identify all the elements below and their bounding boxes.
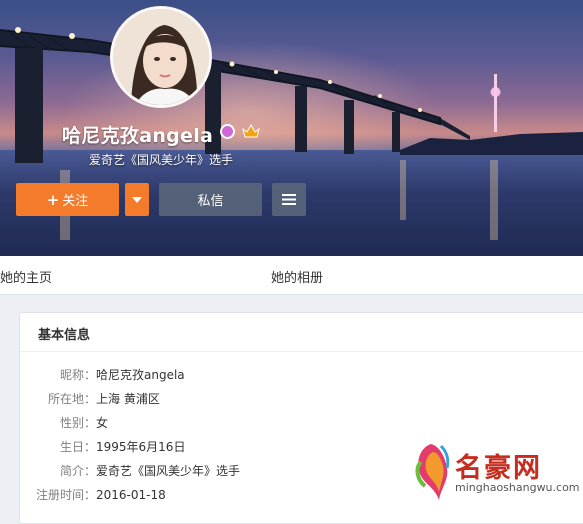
dropdown-arrow-icon — [132, 196, 142, 203]
tab-home[interactable]: 她的主页 — [0, 267, 52, 286]
info-value: 1995年6月16日 — [96, 440, 186, 454]
watermark: 名豪网 minghaoshangwu.com — [405, 434, 583, 511]
info-row: 所在地：上海 黄浦区 — [20, 390, 160, 407]
info-value: 2016-01-18 — [96, 488, 166, 502]
info-label: 简介： — [59, 464, 96, 478]
crown-badge-icon — [242, 123, 260, 138]
info-row: 昵称：哈尼克孜angela — [20, 366, 185, 383]
verified-badge-icon — [220, 124, 235, 139]
info-label: 所在地： — [47, 392, 96, 406]
info-label: 性别： — [59, 416, 96, 430]
follow-button[interactable]: + 关注 — [16, 183, 119, 216]
watermark-logo-icon — [415, 444, 450, 500]
info-value: 爱奇艺《国风美少年》选手 — [96, 464, 241, 478]
panel-title: 基本信息 — [38, 328, 91, 343]
profile-name: 哈尼克孜angela — [62, 125, 214, 147]
plus-icon: + — [46, 190, 60, 209]
watermark-name: 名豪网 — [455, 453, 542, 484]
info-row: 性别：女 — [20, 414, 108, 431]
info-row: 简介：爱奇艺《国风美少年》选手 — [20, 462, 240, 479]
message-label: 私信 — [197, 194, 224, 209]
tab-album[interactable]: 她的相册 — [271, 267, 323, 286]
info-value: 哈尼克孜angela — [96, 368, 185, 382]
avatar[interactable] — [110, 6, 212, 108]
info-row: 生日：1995年6月16日 — [20, 438, 185, 455]
divider — [20, 351, 583, 352]
info-row: 注册时间：2016-01-18 — [20, 486, 166, 503]
info-value: 女 — [96, 416, 109, 430]
menu-icon — [282, 194, 296, 205]
profile-tabs: 她的主页 她的相册 — [0, 256, 583, 295]
watermark-url: minghaoshangwu.com — [455, 481, 580, 494]
more-menu-button[interactable] — [272, 183, 306, 216]
info-label: 生日： — [59, 440, 96, 454]
info-label: 昵称： — [59, 368, 96, 382]
profile-description: 爱奇艺《国风美少年》选手 — [89, 153, 234, 167]
info-value: 上海 黄浦区 — [96, 392, 160, 406]
follow-dropdown-button[interactable] — [125, 183, 149, 216]
message-button[interactable]: 私信 — [159, 183, 262, 216]
follow-label: 关注 — [62, 194, 89, 209]
info-label: 注册时间： — [35, 488, 96, 502]
